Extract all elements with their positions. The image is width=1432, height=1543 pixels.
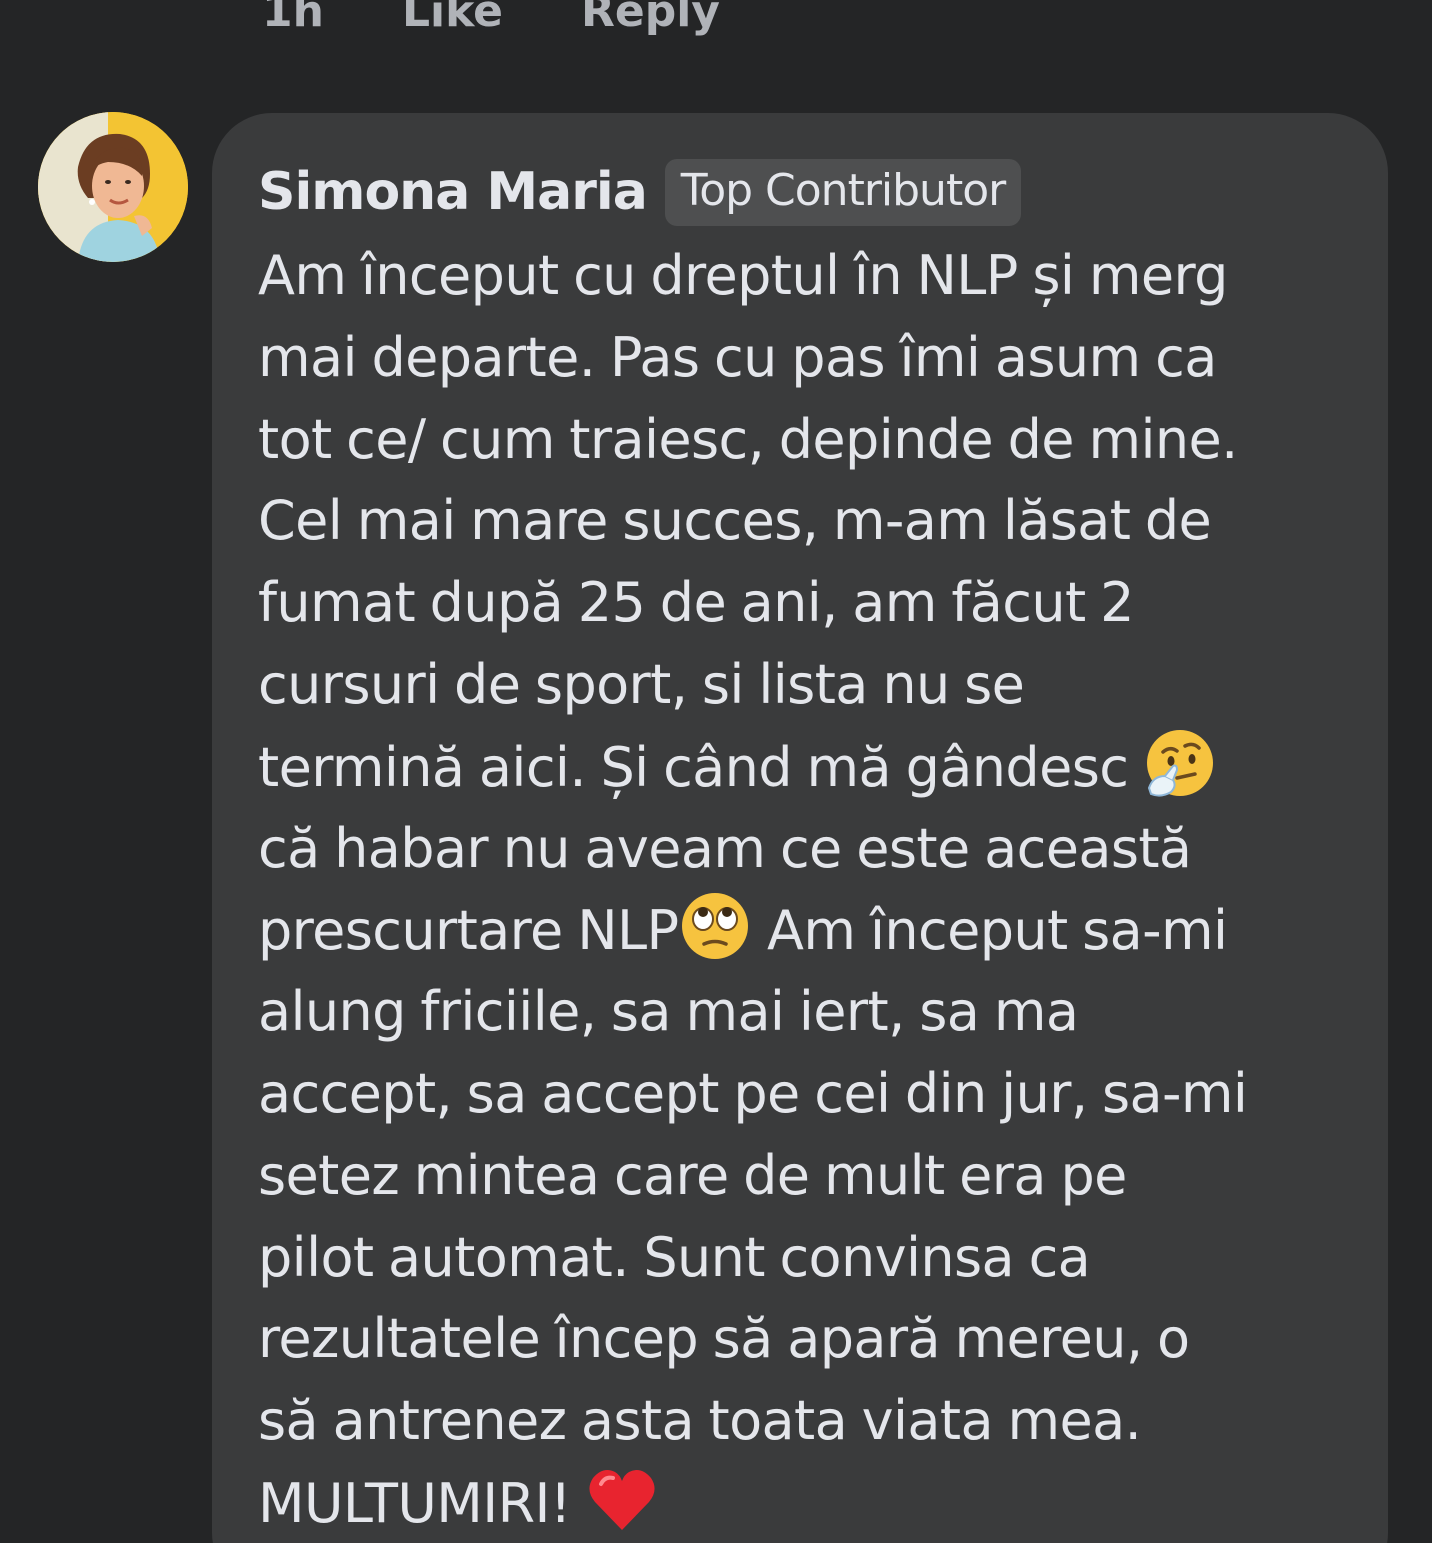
comment-line: Cel mai mare succes, m-am lăsat de [258, 489, 1212, 553]
comment-line: rezultatele încep să apară mereu, o [258, 1307, 1190, 1371]
comment-line: alung friciile, sa mai iert, sa ma [258, 980, 1079, 1044]
reply-button[interactable]: Reply [581, 0, 720, 40]
comment-line: fumat după 25 de ani, am făcut 2 [258, 571, 1134, 635]
red-heart-icon [585, 1462, 659, 1536]
comment-line: să antrenez asta toata viata mea. [258, 1389, 1142, 1453]
comment-line: accept, sa accept pe cei din jur, sa-mi [258, 1061, 1248, 1125]
previous-comment-actions: 1h Like Reply [262, 0, 720, 40]
comment-text: Am început cu dreptul în NLP și merg mai… [258, 235, 1358, 1543]
face-with-rolling-eyes-icon [678, 889, 752, 963]
comments-screen: 1h Like Reply Simona Maria Top Contribut… [0, 0, 1432, 1543]
avatar[interactable] [38, 112, 188, 262]
comment-line: setez mintea care de mult era pe [258, 1143, 1127, 1207]
top-contributor-badge[interactable]: Top Contributor [664, 158, 1022, 226]
comment-line: mai departe. Pas cu pas îmi asum ca [258, 325, 1217, 389]
comment-time: 1h [262, 0, 324, 37]
author-name[interactable]: Simona Maria [258, 162, 648, 222]
comment-line: tot ce/ cum traiesc, depinde de mine. [258, 407, 1238, 471]
thinking-face-icon [1143, 726, 1217, 800]
avatar-photo [38, 112, 188, 262]
like-button[interactable]: Like [402, 0, 503, 40]
comment-header: Simona Maria Top Contributor [258, 141, 1358, 243]
comment-line: cursuri de sport, si lista nu se [258, 652, 1025, 716]
comment-line: MULTUMIRI! [258, 1462, 1358, 1543]
comment-bubble[interactable]: Simona Maria Top Contributor Am început … [212, 113, 1388, 1543]
comment-line: prescurtare NLP Am început sa-mi [258, 889, 1358, 971]
comment-line: pilot automat. Sunt convinsa ca [258, 1225, 1091, 1289]
comment-line: Am început cu dreptul în NLP și merg [258, 244, 1228, 307]
comment-line: că habar nu aveam ce este această [258, 816, 1192, 880]
comment-line: termină aici. Și când mă gândesc [258, 726, 1358, 808]
